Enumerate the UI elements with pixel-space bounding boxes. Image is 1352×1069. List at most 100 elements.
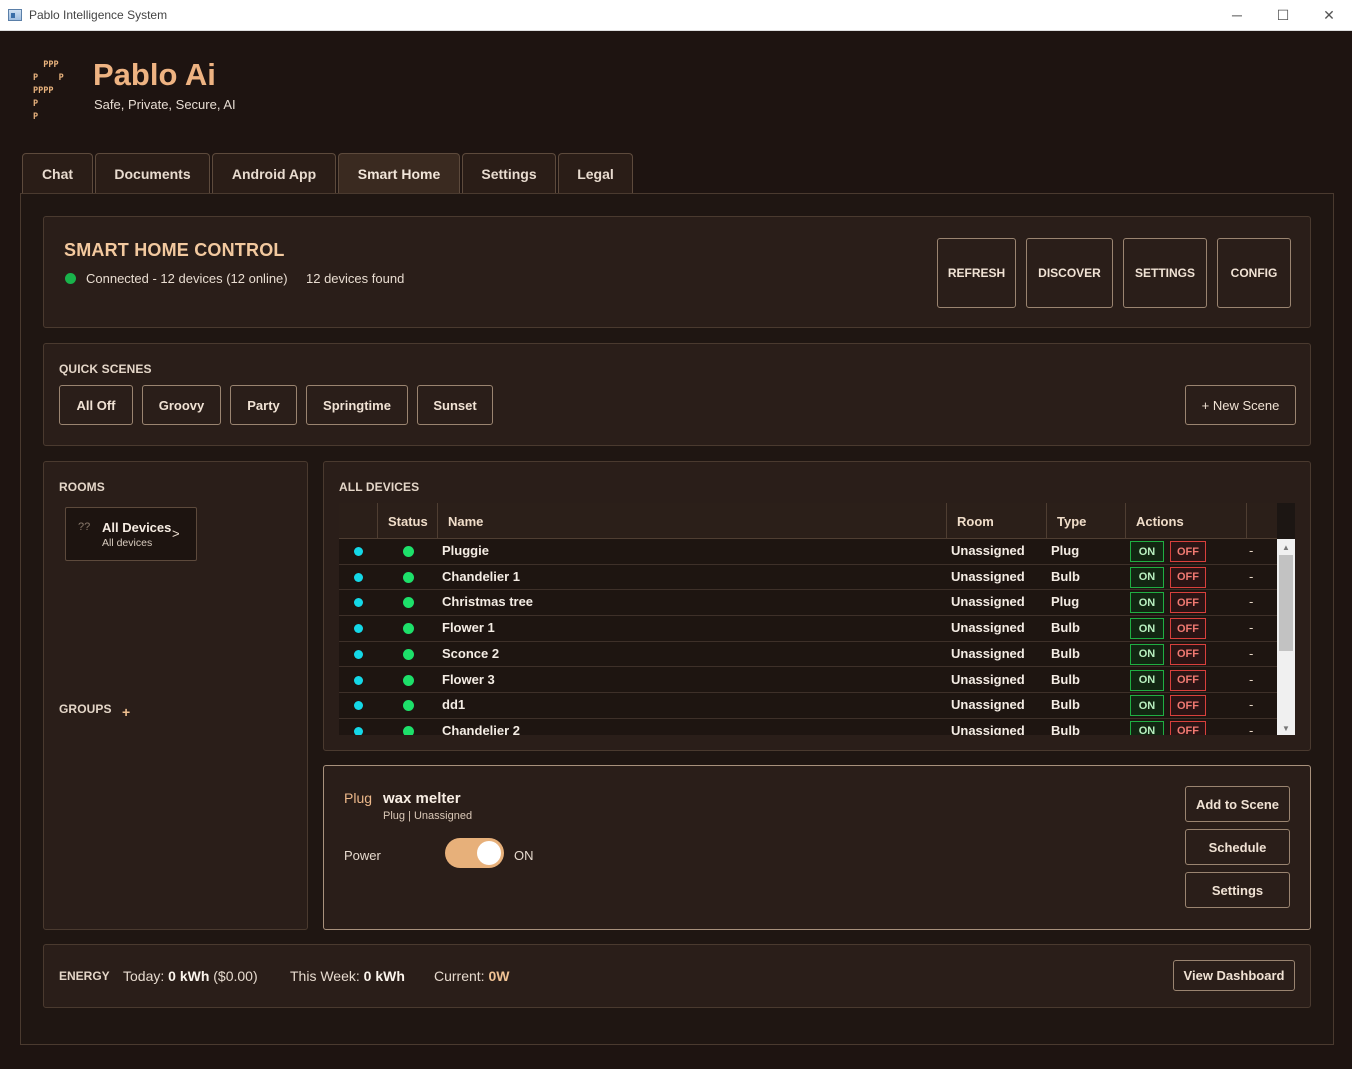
table-row[interactable]: Flower 1 Unassigned Bulb ON OFF -: [339, 616, 1277, 642]
room-item-all-devices[interactable]: ?? All Devices All devices >: [65, 507, 197, 561]
rooms-card: ROOMS ?? All Devices All devices > GROUP…: [43, 461, 308, 930]
device-off-button[interactable]: OFF: [1170, 541, 1206, 562]
energy-card: ENERGY Today: 0 kWh ($0.00) This Week: 0…: [43, 944, 1311, 1008]
tab-smart-home[interactable]: Smart Home: [338, 153, 460, 194]
room-name: All Devices: [102, 520, 172, 535]
device-type-cell: Bulb: [1051, 645, 1080, 661]
device-name-cell: dd1: [442, 697, 466, 713]
scene-all-off-button[interactable]: All Off: [59, 385, 133, 425]
connected-indicator-icon: [354, 547, 363, 556]
tab-legal[interactable]: Legal: [558, 153, 633, 194]
chevron-right-icon: >: [172, 526, 180, 541]
main-tabs: Chat Documents Android App Smart Home Se…: [22, 153, 633, 194]
scene-groovy-button[interactable]: Groovy: [142, 385, 221, 425]
device-on-button[interactable]: ON: [1130, 669, 1164, 691]
device-on-button[interactable]: ON: [1130, 720, 1164, 735]
schedule-button[interactable]: Schedule: [1185, 829, 1290, 865]
table-row[interactable]: Christmas tree Unassigned Plug ON OFF -: [339, 590, 1277, 617]
minimize-icon[interactable]: ─: [1214, 0, 1260, 31]
connected-indicator-icon: [354, 572, 363, 582]
device-name-cell: Chandelier 2: [442, 722, 521, 735]
device-off-button[interactable]: OFF: [1170, 720, 1206, 735]
tab-android-app[interactable]: Android App: [212, 153, 336, 194]
close-icon[interactable]: ✕: [1306, 0, 1352, 31]
refresh-button[interactable]: REFRESH: [937, 238, 1016, 308]
device-subtitle: Plug | Unassigned: [383, 810, 473, 822]
settings-button[interactable]: SETTINGS: [1123, 238, 1207, 308]
device-room-cell: Unassigned: [951, 543, 1025, 558]
column-header-actions[interactable]: Actions: [1126, 503, 1247, 539]
all-devices-card: ALL DEVICES Status Name Room Type Action…: [323, 461, 1311, 751]
column-header-type[interactable]: Type: [1047, 503, 1126, 539]
power-toggle[interactable]: [445, 838, 504, 868]
logo-line: P P: [33, 73, 64, 83]
table-row[interactable]: Chandelier 1 Unassigned Bulb ON OFF -: [339, 565, 1277, 591]
smart-home-title: SMART HOME CONTROL: [64, 240, 285, 260]
scene-springtime-button[interactable]: Springtime: [306, 385, 408, 425]
tab-documents[interactable]: Documents: [95, 153, 210, 194]
power-state: ON: [514, 848, 534, 863]
new-scene-button[interactable]: + New Scene: [1185, 385, 1296, 425]
column-header-status[interactable]: Status: [378, 503, 438, 539]
connected-indicator-icon: [354, 624, 363, 634]
device-on-button[interactable]: ON: [1130, 643, 1164, 665]
device-on-button[interactable]: ON: [1130, 592, 1164, 614]
device-name-cell: Sconce 2: [442, 645, 500, 661]
device-on-button[interactable]: ON: [1130, 695, 1164, 717]
device-name-cell: Pluggie: [442, 543, 489, 558]
device-off-button[interactable]: OFF: [1170, 566, 1206, 588]
tab-chat[interactable]: Chat: [22, 153, 93, 194]
device-off-button[interactable]: OFF: [1170, 618, 1206, 640]
column-header-room[interactable]: Room: [947, 503, 1047, 539]
table-row[interactable]: Pluggie Unassigned Plug ON OFF -: [339, 539, 1277, 565]
online-status-icon: [403, 546, 414, 557]
device-on-button[interactable]: ON: [1130, 541, 1164, 562]
device-on-button[interactable]: ON: [1130, 566, 1164, 588]
devices-found-text: 12 devices found: [306, 271, 405, 286]
device-on-button[interactable]: ON: [1130, 618, 1164, 640]
maximize-icon[interactable]: ☐: [1260, 0, 1306, 31]
quick-scenes-label: QUICK SCENES: [59, 362, 152, 376]
device-room-cell: Unassigned: [951, 722, 1025, 735]
scroll-down-icon[interactable]: ▼: [1277, 721, 1295, 735]
scrollbar-thumb[interactable]: [1279, 555, 1293, 651]
add-group-icon[interactable]: +: [122, 704, 130, 720]
scene-party-button[interactable]: Party: [230, 385, 297, 425]
power-label: Power: [344, 848, 381, 863]
device-off-button[interactable]: OFF: [1170, 669, 1206, 691]
connected-indicator-icon: [354, 675, 363, 685]
device-off-button[interactable]: OFF: [1170, 643, 1206, 665]
app-window-icon: [8, 9, 22, 21]
devices-scrollbar[interactable]: ▲ ▼: [1277, 503, 1295, 735]
smart-home-panel: SMART HOME CONTROL Connected - 12 device…: [20, 193, 1334, 1045]
device-off-button[interactable]: OFF: [1170, 592, 1206, 614]
table-row[interactable]: dd1 Unassigned Bulb ON OFF -: [339, 693, 1277, 719]
device-off-button[interactable]: OFF: [1170, 695, 1206, 717]
logo-line: PPPP: [33, 86, 54, 96]
column-header-name[interactable]: Name: [438, 503, 947, 539]
config-button[interactable]: CONFIG: [1217, 238, 1291, 308]
energy-today-label: Today:: [123, 968, 165, 984]
discover-button[interactable]: DISCOVER: [1026, 238, 1113, 308]
device-room-cell: Unassigned: [951, 645, 1025, 661]
view-dashboard-button[interactable]: View Dashboard: [1173, 960, 1295, 991]
energy-today-cost: ($0.00): [213, 968, 258, 984]
add-to-scene-button[interactable]: Add to Scene: [1185, 786, 1290, 822]
device-settings-button[interactable]: Settings: [1185, 872, 1290, 908]
table-row[interactable]: Sconce 2 Unassigned Bulb ON OFF -: [339, 642, 1277, 668]
connection-status-text: Connected - 12 devices (12 online): [86, 271, 288, 286]
scroll-up-icon[interactable]: ▲: [1277, 540, 1295, 554]
device-name-cell: Chandelier 1: [442, 568, 521, 584]
scene-sunset-button[interactable]: Sunset: [417, 385, 493, 425]
all-devices-label: ALL DEVICES: [339, 480, 420, 494]
smart-home-header-card: SMART HOME CONTROL Connected - 12 device…: [43, 216, 1311, 328]
device-room-cell: Unassigned: [951, 594, 1025, 610]
online-status-icon: [403, 597, 414, 609]
brand-subtitle: Safe, Private, Secure, AI: [94, 97, 236, 112]
table-row[interactable]: Flower 3 Unassigned Bulb ON OFF -: [339, 668, 1277, 694]
logo-ascii-art: PPP P P PPPP P P: [33, 59, 64, 124]
connected-indicator-icon: [354, 726, 363, 735]
tab-settings[interactable]: Settings: [462, 153, 556, 194]
connected-indicator-icon: [354, 598, 363, 608]
table-row[interactable]: Chandelier 2 Unassigned Bulb ON OFF -: [339, 719, 1277, 735]
